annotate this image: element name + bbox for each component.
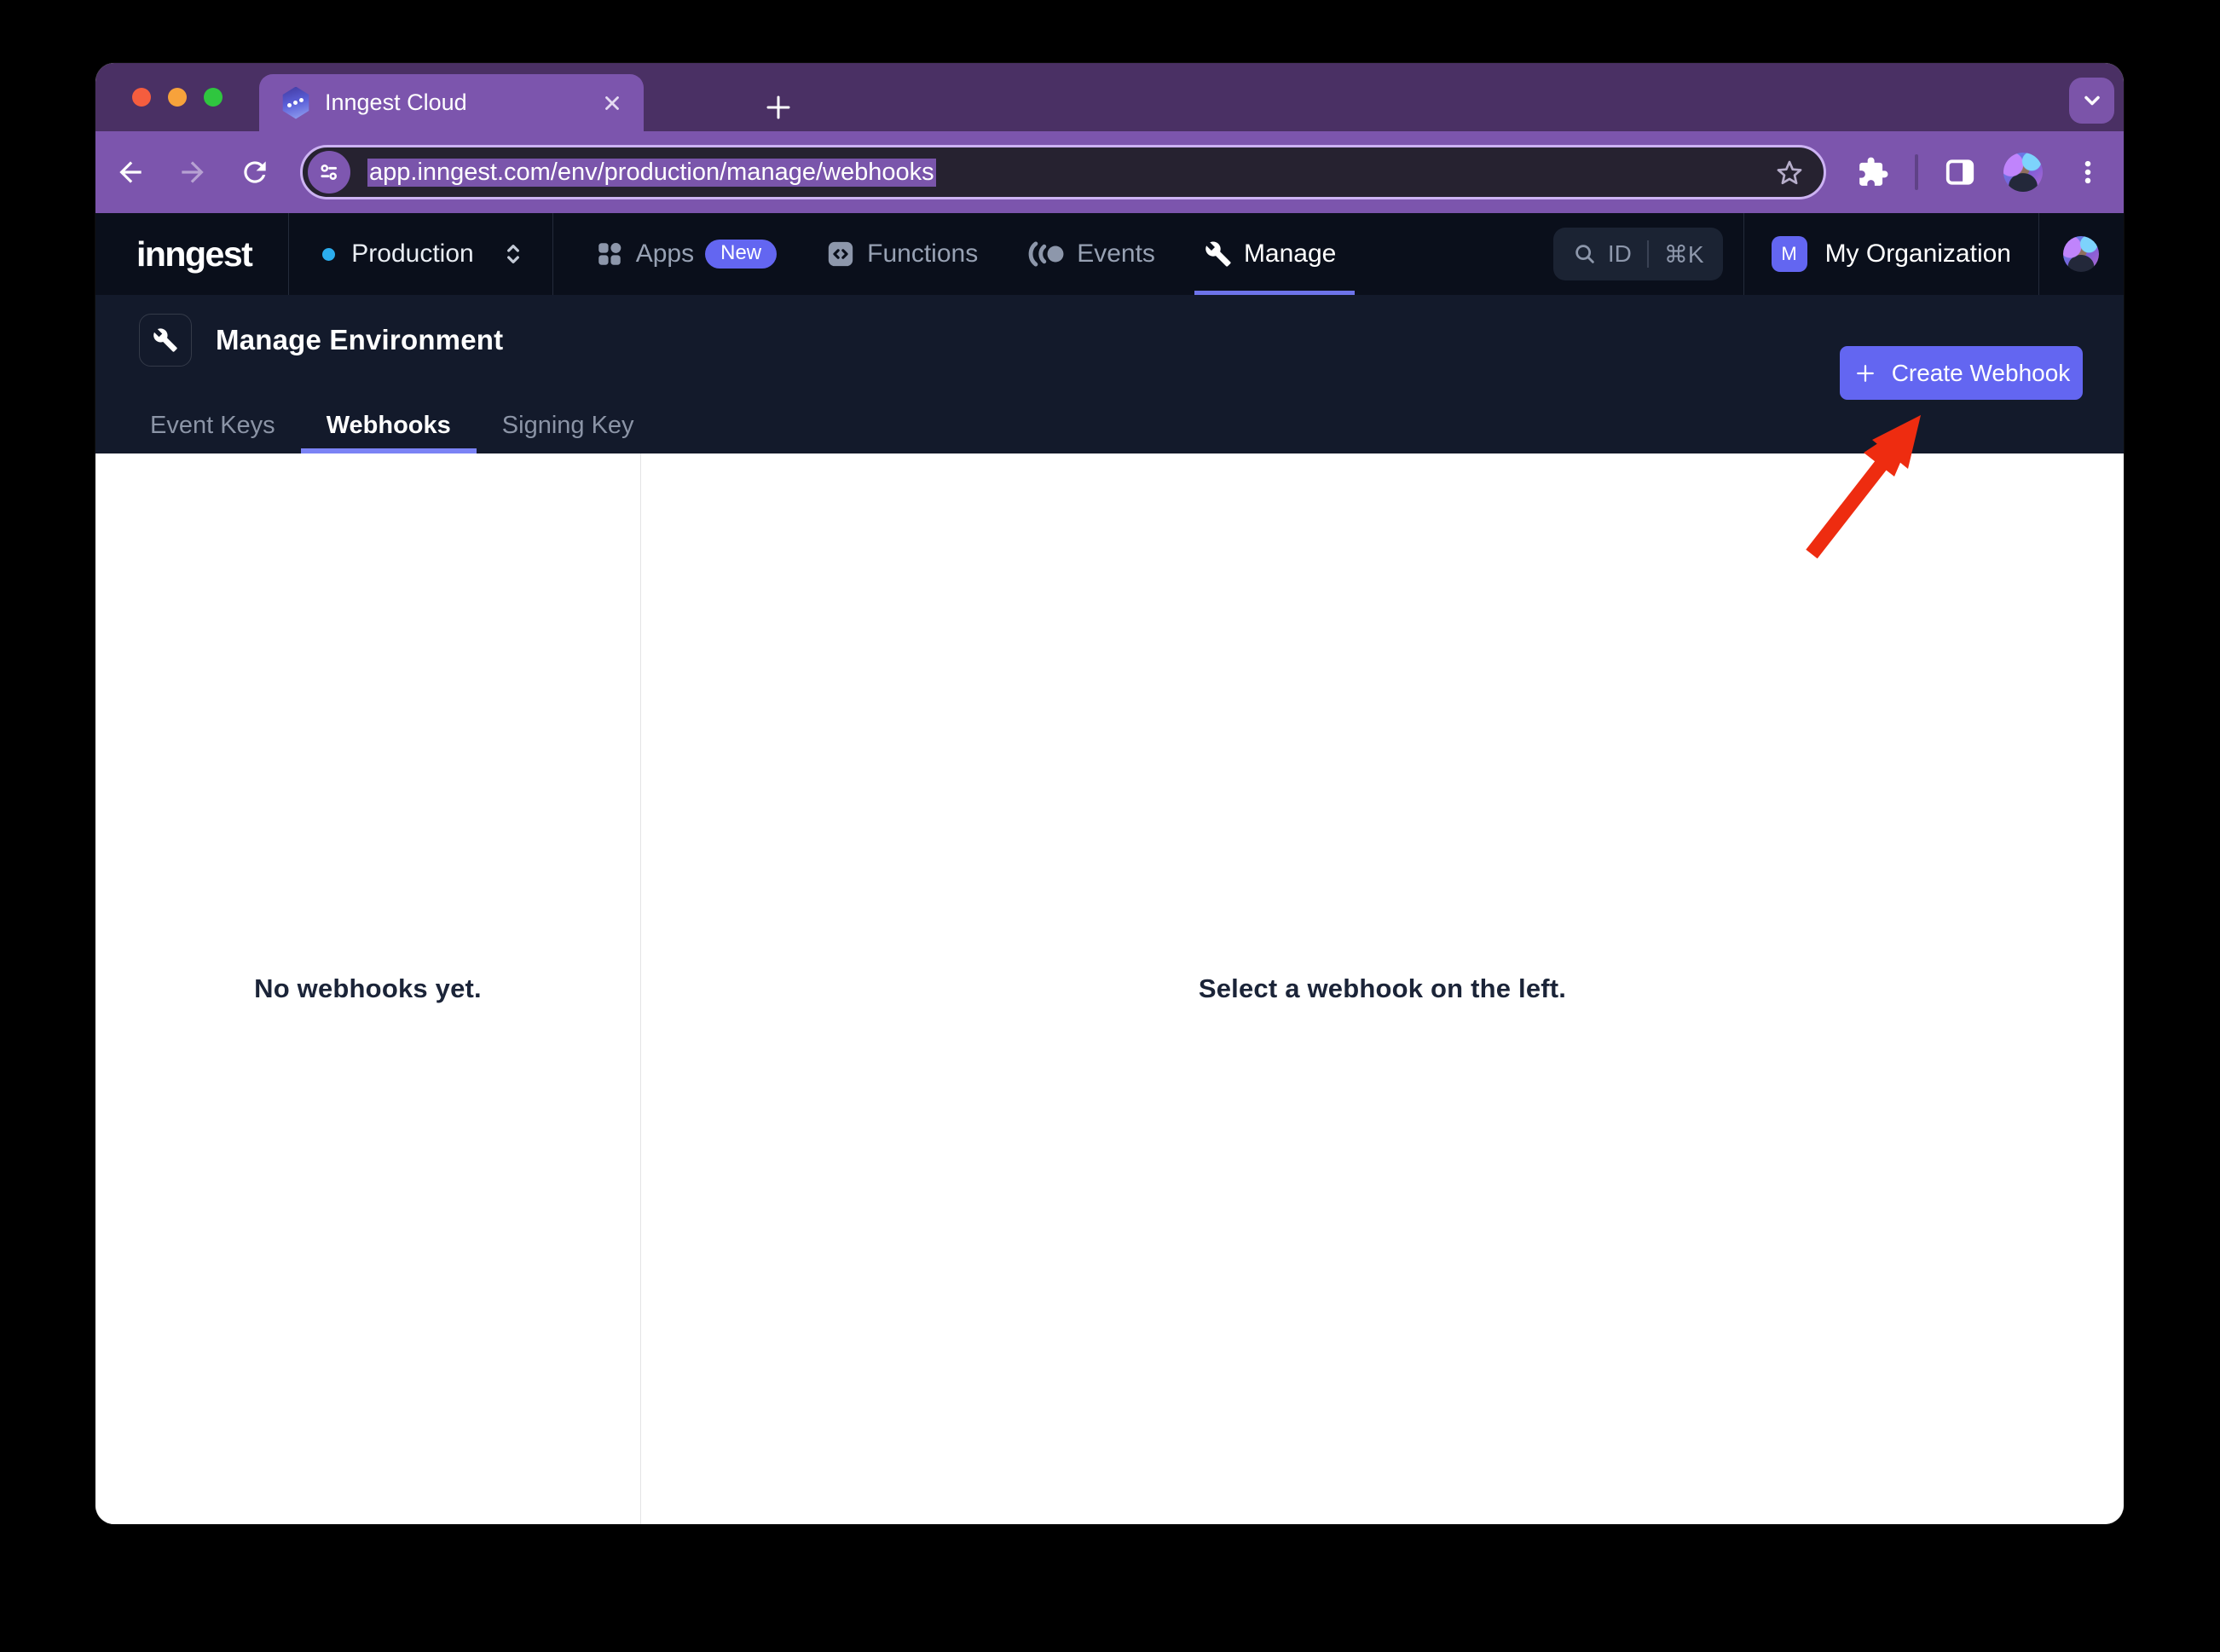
webhooks-empty-message: No webhooks yet. — [254, 973, 482, 1004]
tab-label: Webhooks — [327, 412, 451, 440]
webhook-detail-pane: Select a webhook on the left. — [641, 453, 2124, 1524]
site-settings-button[interactable] — [308, 151, 350, 194]
tab-label: Signing Key — [502, 412, 634, 440]
new-tab-button[interactable] — [759, 88, 798, 127]
nav-item-label: Functions — [867, 240, 978, 269]
nav-item-manage[interactable]: Manage — [1205, 213, 1336, 295]
tab-event-keys[interactable]: Event Keys — [124, 397, 301, 453]
search-divider — [1647, 240, 1649, 268]
side-panel-button[interactable] — [1940, 153, 1980, 192]
url-field[interactable]: app.inngest.com/env/production/manage/we… — [367, 159, 1772, 187]
puzzle-icon — [1857, 156, 1889, 188]
webhooks-list-pane: No webhooks yet. — [95, 453, 641, 1524]
url-selected-text: app.inngest.com/env/production/manage/we… — [367, 159, 936, 187]
desktop-background: Inngest Cloud — [0, 0, 2220, 1652]
search-button[interactable]: ID ⌘K — [1553, 228, 1723, 280]
browser-menu-button[interactable] — [2068, 153, 2107, 192]
page-icon-box — [139, 314, 192, 367]
organization-name: My Organization — [1825, 240, 2011, 269]
minimize-window-button[interactable] — [168, 88, 187, 107]
zoom-window-button[interactable] — [204, 88, 223, 107]
new-badge: New — [705, 240, 777, 269]
nav-divider — [2038, 213, 2039, 295]
environment-selector[interactable]: Production — [289, 240, 552, 269]
nav-item-label: Apps — [636, 240, 694, 269]
tab-signing-key[interactable]: Signing Key — [477, 397, 660, 453]
plus-icon — [1853, 361, 1878, 386]
star-icon — [1774, 157, 1805, 188]
inngest-logo[interactable]: inngest — [136, 234, 251, 274]
create-webhook-button[interactable]: Create Webhook — [1840, 346, 2083, 400]
browser-toolbar: app.inngest.com/env/production/manage/we… — [95, 131, 2124, 213]
events-waves-icon — [1027, 241, 1065, 267]
nav-item-functions[interactable]: Functions — [826, 213, 978, 295]
window-controls — [132, 88, 223, 107]
browser-tab-strip: Inngest Cloud — [95, 63, 2124, 131]
browser-tab[interactable]: Inngest Cloud — [259, 74, 644, 131]
tab-search-button[interactable] — [2069, 78, 2114, 124]
reload-icon — [239, 156, 271, 188]
environment-status-dot — [322, 248, 335, 261]
toolbar-right-actions — [1853, 153, 2107, 192]
active-tab-underline — [301, 448, 477, 453]
wrench-icon — [1205, 240, 1232, 268]
back-button[interactable] — [111, 153, 150, 192]
tab-close-button[interactable] — [599, 90, 625, 116]
nav-item-apps[interactable]: Apps New — [595, 213, 777, 295]
nav-divider — [552, 213, 553, 295]
nav-item-label: Manage — [1244, 240, 1336, 269]
app-nav-bar: inngest Production — [95, 213, 2124, 295]
tune-icon — [317, 160, 341, 184]
browser-tab-title: Inngest Cloud — [325, 90, 599, 116]
user-avatar[interactable] — [2063, 236, 2099, 272]
extensions-button[interactable] — [1853, 153, 1893, 192]
page-title: Manage Environment — [216, 324, 503, 356]
address-bar[interactable]: app.inngest.com/env/production/manage/we… — [300, 145, 1826, 199]
functions-code-icon — [826, 240, 855, 269]
tab-webhooks[interactable]: Webhooks — [301, 397, 477, 453]
nav-item-label: Events — [1077, 240, 1155, 269]
nav-items: Apps New Functions — [595, 213, 1386, 295]
back-arrow-icon — [114, 156, 147, 188]
nav-item-events[interactable]: Events — [1027, 213, 1155, 295]
page-title-row: Manage Environment — [139, 314, 503, 367]
bookmark-button[interactable] — [1772, 155, 1807, 189]
chevron-down-icon — [2080, 89, 2104, 113]
organization-badge: M — [1772, 236, 1807, 272]
three-dot-menu-icon — [2073, 158, 2102, 187]
toolbar-divider — [1915, 154, 1918, 190]
unfold-chevrons-icon — [500, 240, 527, 268]
create-webhook-label: Create Webhook — [1892, 360, 2071, 387]
apps-grid-icon — [595, 240, 624, 269]
inngest-favicon-icon — [281, 87, 310, 119]
side-panel-icon — [1944, 156, 1976, 188]
search-icon — [1572, 241, 1598, 267]
environment-name: Production — [351, 240, 473, 269]
organization-menu[interactable]: M My Organization — [1744, 236, 2038, 272]
nav-right-group: ID ⌘K M My Organization — [1553, 213, 2124, 295]
manage-tabs: Event Keys Webhooks Signing Key — [124, 397, 660, 453]
close-icon — [601, 92, 623, 114]
webhooks-page-content: No webhooks yet. Select a webhook on the… — [95, 453, 2124, 1524]
forward-button[interactable] — [173, 153, 212, 192]
search-id-label: ID — [1608, 240, 1632, 268]
webhook-detail-empty-message: Select a webhook on the left. — [1199, 973, 1566, 1004]
plus-icon — [763, 92, 794, 123]
reload-button[interactable] — [235, 153, 275, 192]
browser-window: Inngest Cloud — [95, 63, 2124, 1524]
search-shortcut: ⌘K — [1664, 240, 1704, 269]
browser-profile-avatar[interactable] — [2003, 153, 2043, 192]
close-window-button[interactable] — [132, 88, 151, 107]
wrench-icon — [153, 327, 178, 353]
manage-environment-header: Manage Environment Event Keys Webhooks S… — [95, 295, 2124, 453]
tab-label: Event Keys — [150, 412, 275, 440]
forward-arrow-icon — [176, 156, 209, 188]
